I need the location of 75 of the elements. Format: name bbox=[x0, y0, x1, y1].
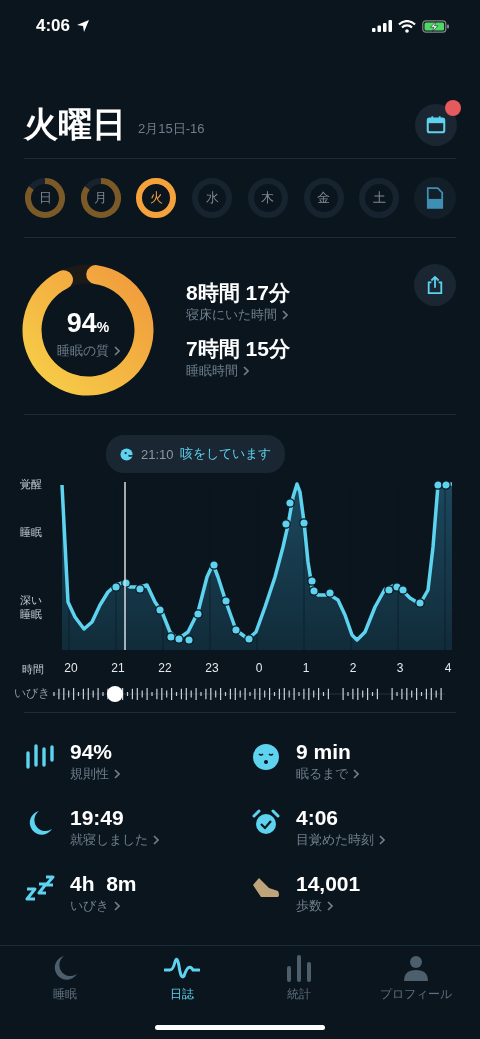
stat-value: 9 min bbox=[296, 739, 352, 765]
tab-item[interactable]: 日誌 bbox=[123, 946, 240, 1008]
cough-icon bbox=[120, 446, 135, 462]
stat-link[interactable]: いびき bbox=[70, 897, 109, 915]
x-axis-label: 4 bbox=[444, 661, 452, 675]
person-icon bbox=[401, 954, 430, 982]
playhead-handle[interactable] bbox=[107, 685, 123, 702]
bars-icon bbox=[25, 743, 55, 769]
stat-value: 4:06 bbox=[296, 805, 340, 831]
share-button[interactable] bbox=[414, 264, 456, 306]
stat-value: 14,001 bbox=[296, 871, 361, 897]
x-axis-label: 21 bbox=[111, 661, 125, 675]
stat-value: 19:49 bbox=[70, 805, 125, 831]
chevron-icon bbox=[379, 835, 385, 845]
report-button[interactable] bbox=[413, 177, 456, 219]
chevron-icon bbox=[353, 769, 359, 779]
y-axis-label: 深い睡眠 bbox=[20, 593, 43, 621]
tooltip-time: 21:10 bbox=[141, 446, 174, 462]
day-ring[interactable]: 金 bbox=[302, 177, 345, 219]
tab-item[interactable]: プロフィール bbox=[357, 946, 474, 1008]
x-axis-label: 3 bbox=[396, 661, 404, 675]
y-axis-label: 覚醒 bbox=[20, 477, 42, 491]
calendar-icon bbox=[425, 114, 447, 136]
x-axis-label: 20 bbox=[64, 661, 78, 675]
y-axis-label: 睡眠 bbox=[20, 525, 42, 539]
stat-link[interactable]: 規則性 bbox=[70, 765, 109, 783]
sleepy-face-icon bbox=[252, 743, 280, 771]
day-ring[interactable]: 土 bbox=[358, 177, 401, 219]
day-title: 火曜日 bbox=[24, 104, 126, 144]
bar-chart-icon bbox=[284, 954, 313, 982]
stat-link[interactable]: 目覚めた時刻 bbox=[296, 831, 374, 849]
tab-item[interactable]: 統計 bbox=[240, 946, 357, 1008]
x-axis-label: 1 bbox=[302, 661, 310, 675]
chevron-icon bbox=[114, 769, 120, 779]
x-axis-title: 時間 bbox=[21, 661, 45, 677]
location-arrow-icon bbox=[76, 19, 91, 33]
chevron-icon bbox=[114, 901, 120, 911]
day-ring[interactable]: 日 bbox=[24, 177, 66, 219]
stat-link[interactable]: 眠るまで bbox=[296, 765, 348, 783]
x-axis-label: 23 bbox=[205, 661, 219, 675]
share-icon bbox=[426, 275, 444, 295]
status-time: 4:06 bbox=[36, 16, 71, 36]
chevron-icon bbox=[113, 346, 120, 356]
sleep-quality-link[interactable]: 睡眠の質 bbox=[56, 342, 109, 360]
metric-link[interactable]: 睡眠時間 bbox=[186, 362, 238, 380]
signal-icon bbox=[372, 20, 392, 32]
stat-link[interactable]: 歩数 bbox=[296, 897, 322, 915]
duration-value: 8時間 17分 bbox=[186, 280, 291, 306]
duration-value: 7時間 15分 bbox=[186, 336, 291, 362]
chevron-icon bbox=[282, 310, 288, 320]
quality-percentage: 94% bbox=[65, 308, 111, 340]
chevron-icon bbox=[243, 366, 249, 376]
day-ring[interactable]: 火 bbox=[135, 177, 178, 219]
day-ring[interactable]: 水 bbox=[191, 177, 234, 219]
stat-value: 4h 8m bbox=[70, 871, 137, 897]
shoe-icon bbox=[251, 875, 281, 899]
zzz-icon bbox=[25, 875, 55, 903]
day-ring[interactable]: 月 bbox=[79, 177, 122, 219]
chevron-icon bbox=[327, 901, 333, 911]
alarm-clock-icon bbox=[252, 809, 280, 837]
snore-label: いびき bbox=[13, 685, 51, 702]
document-icon bbox=[425, 187, 444, 209]
x-axis-label: 22 bbox=[158, 661, 172, 675]
tooltip-text: 咳をしています bbox=[179, 445, 271, 463]
chevron-icon bbox=[153, 835, 159, 845]
tab-item[interactable]: 睡眠 bbox=[6, 946, 123, 1008]
date-range: 2月15日-16 bbox=[138, 120, 205, 138]
stat-link[interactable]: 就寝しました bbox=[70, 831, 148, 849]
stat-value: 94% bbox=[70, 739, 114, 765]
x-axis-label: 2 bbox=[349, 661, 357, 675]
x-axis-label: 0 bbox=[255, 661, 263, 675]
metric-link[interactable]: 寝床にいた時間 bbox=[186, 306, 277, 324]
day-ring[interactable]: 木 bbox=[246, 177, 289, 219]
wifi-icon bbox=[398, 19, 416, 33]
battery-charging-icon bbox=[422, 19, 450, 33]
